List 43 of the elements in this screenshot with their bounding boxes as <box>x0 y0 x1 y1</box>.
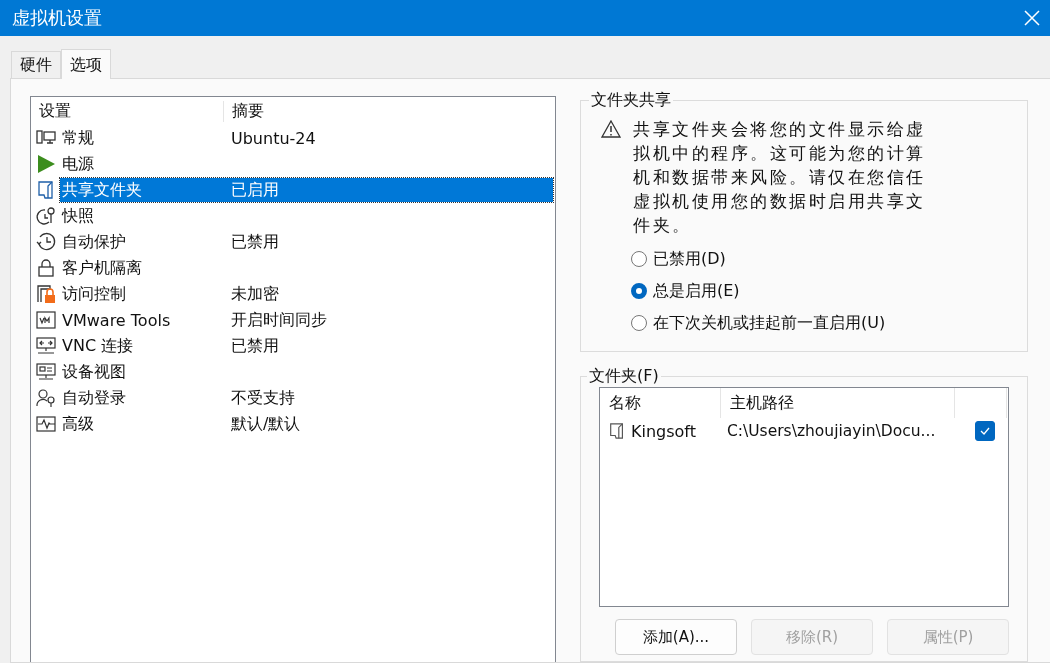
radio-option[interactable]: 总是启用(E) <box>631 275 1017 307</box>
column-header[interactable]: 名称 <box>600 388 721 418</box>
play-icon <box>35 154 57 174</box>
clock-icon <box>35 232 57 252</box>
vm-icon <box>35 310 57 330</box>
settings-item[interactable]: 设备视图 <box>60 360 553 384</box>
folder-name: Kingsoft <box>631 421 697 441</box>
user-key-icon <box>35 388 57 408</box>
check-icon <box>979 425 991 437</box>
padlock-icon <box>35 284 57 304</box>
column-header[interactable]: 摘要 <box>224 100 264 122</box>
group-title: 文件夹共享 <box>590 90 672 111</box>
screen-icon <box>35 362 57 382</box>
settings-item[interactable]: VNC 连接 已禁用 <box>60 334 553 358</box>
settings-item[interactable]: 自动保护 已禁用 <box>60 230 553 254</box>
close-icon[interactable] <box>1024 10 1040 26</box>
settings-item[interactable]: VMware Tools 开启时间同步 <box>60 308 553 332</box>
folder-icon <box>608 421 626 441</box>
warning-icon <box>601 120 621 138</box>
settings-item[interactable]: 自动登录 不受支持 <box>60 386 553 410</box>
snapshot-icon <box>35 206 57 226</box>
column-header[interactable]: 主机路径 <box>721 388 955 418</box>
settings-item[interactable]: 常规 Ubuntu-24 <box>60 126 553 150</box>
network-icon <box>35 336 57 356</box>
folder-button[interactable]: 添加(A)... <box>615 619 737 655</box>
settings-item[interactable]: 快照 <box>60 204 553 228</box>
warning-text: 共享文件夹会将您的文件显示给虚拟机中的程序。这可能为您的计算机和数据带来风险。请仅在您信任虚拟机使用您的数据时启用共享文件夹。 <box>633 118 927 237</box>
settings-item[interactable]: 客户机隔离 <box>60 256 553 280</box>
settings-item[interactable]: 访问控制 未加密 <box>60 282 553 306</box>
group-title: 文件夹(F) <box>588 366 660 387</box>
settings-item[interactable]: 共享文件夹 已启用 <box>60 178 553 202</box>
window-title: 虚拟机设置 <box>12 6 102 30</box>
radio-option[interactable]: 已禁用(D) <box>631 243 1017 275</box>
folder-path: C:\Users\zhoujiayin\Docu... <box>727 422 937 440</box>
tab[interactable]: 选项 <box>61 49 111 79</box>
settings-item[interactable]: 高级 默认/默认 <box>60 412 553 436</box>
enabled-checkbox[interactable] <box>975 421 995 441</box>
column-header[interactable]: 设置 <box>31 100 224 122</box>
pulse-icon <box>35 414 57 434</box>
radio-option[interactable]: 在下次关机或挂起前一直启用(U) <box>631 307 1017 339</box>
tab[interactable]: 硬件 <box>11 51 61 78</box>
settings-item[interactable]: 电源 <box>60 152 553 176</box>
lock-icon <box>35 258 57 278</box>
